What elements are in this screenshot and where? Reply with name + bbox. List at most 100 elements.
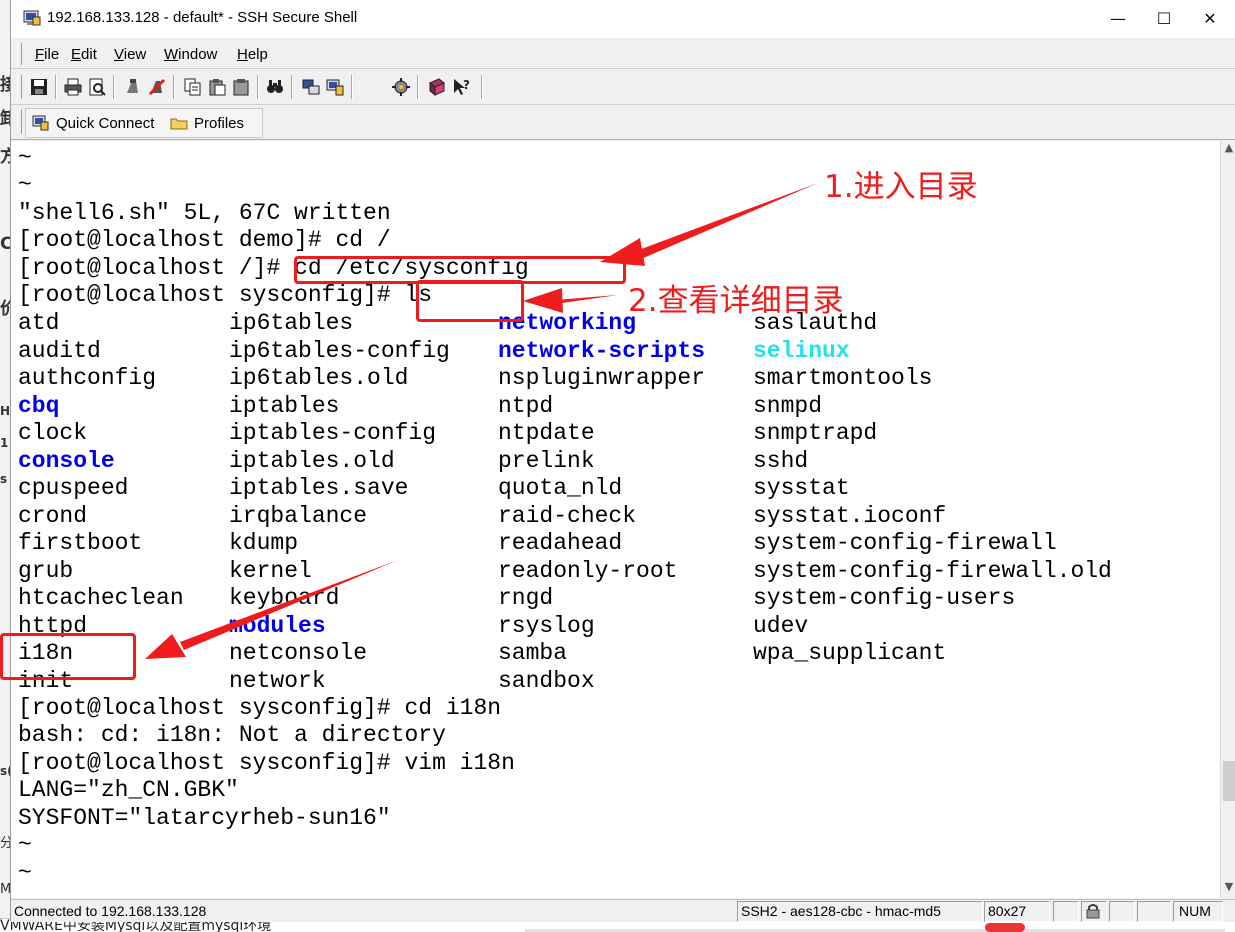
ls-entry: kernel: [229, 558, 312, 584]
terminal-line: ~: [18, 860, 32, 886]
ls-entry: cbq: [18, 393, 60, 419]
ls-entry: ip6tables.old: [229, 365, 409, 391]
copy-icon[interactable]: [183, 77, 203, 97]
menu-window-label: indow: [178, 46, 218, 63]
ls-entry: selinux: [753, 338, 850, 364]
save-icon[interactable]: [29, 77, 49, 97]
status-panel: [1137, 901, 1171, 922]
find-icon[interactable]: [265, 77, 285, 97]
ls-entry: clock: [18, 420, 88, 446]
print-preview-icon[interactable]: [87, 77, 107, 97]
ls-entry: smartmontools: [753, 365, 933, 391]
minimize-button[interactable]: —: [1095, 0, 1141, 38]
terminal-line: ~: [18, 172, 32, 198]
scroll-up-icon[interactable]: ▲: [1221, 141, 1235, 159]
file-transfer-icon[interactable]: [301, 77, 321, 97]
ls-entry: auditd: [18, 338, 101, 364]
ls-entry: irqbalance: [229, 503, 368, 529]
profiles-folder-icon: [170, 118, 188, 130]
menu-window-key: W: [164, 46, 179, 63]
ssh-app-icon: [23, 10, 41, 26]
ls-entry: ntpdate: [498, 420, 595, 446]
background-char: 方: [0, 147, 10, 167]
background-char: 卸: [0, 109, 10, 129]
title-bar[interactable]: 192.168.133.128 - default* - SSH Secure …: [11, 0, 1235, 38]
ls-entry: readahead: [498, 530, 623, 556]
status-lock-icon: [1086, 904, 1100, 919]
menu-bar: File Edit View Window Help: [11, 40, 1235, 69]
ls-entry: system-config-firewall: [753, 530, 1057, 556]
disconnect-icon[interactable]: [123, 77, 143, 97]
ls-entry: sysstat: [753, 475, 850, 501]
menu-view-key: V: [114, 46, 124, 63]
toolbar2-grip[interactable]: [17, 110, 22, 134]
vertical-scrollbar[interactable]: ▲ ▼: [1220, 141, 1235, 898]
print-icon[interactable]: [63, 77, 83, 97]
menu-help-key: H: [237, 46, 248, 63]
toolbar-separator: [173, 75, 175, 99]
help-book-icon[interactable]: [427, 77, 447, 97]
svg-text:?: ?: [463, 78, 470, 92]
paste-icon[interactable]: [207, 77, 227, 97]
context-help-icon[interactable]: ?: [451, 77, 471, 97]
profiles-button[interactable]: Profiles: [194, 115, 244, 132]
ls-entry: system-config-firewall.old: [753, 558, 1112, 584]
highlight-i18n: [0, 633, 136, 680]
main-toolbar: ?: [11, 70, 1235, 105]
ls-entry: wpa_supplicant: [753, 640, 947, 666]
ls-entry: grub: [18, 558, 74, 584]
status-connected: Connected to 192.168.133.128: [14, 903, 207, 919]
ls-entry: netconsole: [229, 640, 368, 666]
ls-entry: network-scripts: [498, 338, 706, 364]
highlight-ls-command: [416, 280, 524, 322]
terminal-area[interactable]: ~ ~ "shell6.sh" 5L, 67C written [root@lo…: [11, 141, 1220, 898]
connect-icon[interactable]: [147, 77, 167, 97]
paste-plain-icon[interactable]: [231, 77, 251, 97]
ls-entry: snmpd: [753, 393, 823, 419]
ls-entry: raid-check: [498, 503, 637, 529]
ls-entry: rsyslog: [498, 613, 595, 639]
toolbar-separator: [113, 75, 115, 99]
menu-edit[interactable]: Edit: [71, 46, 97, 63]
ls-entry: iptables: [229, 393, 340, 419]
menu-help-label: elp: [247, 46, 268, 63]
ls-entry: udev: [753, 613, 809, 639]
ls-entry: network: [229, 668, 326, 694]
ls-entry: ntpd: [498, 393, 554, 419]
terminal-line: ~: [18, 832, 32, 858]
ls-entry: quota_nld: [498, 475, 623, 501]
menu-edit-label: dit: [81, 46, 97, 63]
menu-view-label: iew: [123, 46, 147, 63]
terminal-line: bash: cd: i18n: Not a directory: [18, 722, 446, 748]
background-char: s: [0, 472, 8, 486]
status-panel: [1053, 901, 1079, 922]
terminal-line: ~: [18, 145, 32, 171]
menu-help[interactable]: Help: [237, 46, 268, 63]
menu-window[interactable]: Window: [164, 46, 217, 63]
toolbar-separator: [417, 75, 419, 99]
status-size: 80x27: [988, 903, 1027, 919]
scroll-thumb[interactable]: [1223, 761, 1235, 801]
settings-icon[interactable]: [391, 77, 411, 97]
toolbar-grip[interactable]: [17, 75, 22, 99]
ls-entry: prelink: [498, 448, 595, 474]
connection-toolbar: Quick Connect Profiles: [11, 105, 1235, 140]
scroll-down-icon[interactable]: ▼: [1221, 880, 1235, 898]
ls-entry: kdump: [229, 530, 299, 556]
status-bar: Connected to 192.168.133.128 SSH2 - aes1…: [11, 899, 1235, 922]
ls-entry: htcacheclean: [18, 585, 184, 611]
quick-connect-button[interactable]: Quick Connect: [56, 115, 154, 132]
status-panel: [1109, 901, 1135, 922]
quick-connect-bar: Quick Connect Profiles: [25, 108, 263, 138]
close-button[interactable]: ✕: [1187, 0, 1233, 38]
maximize-button[interactable]: ☐: [1141, 0, 1187, 38]
terminal-line: [root@localhost sysconfig]# ls: [18, 282, 433, 308]
ls-entry: nspluginwrapper: [498, 365, 706, 391]
new-terminal-icon[interactable]: [325, 77, 345, 97]
ls-entry: console: [18, 448, 115, 474]
menu-view[interactable]: View: [114, 46, 146, 63]
menu-file[interactable]: File: [35, 46, 59, 63]
ls-entry: modules: [229, 613, 326, 639]
menu-grip[interactable]: [17, 43, 22, 65]
status-cipher: SSH2 - aes128-cbc - hmac-md5: [741, 903, 941, 919]
